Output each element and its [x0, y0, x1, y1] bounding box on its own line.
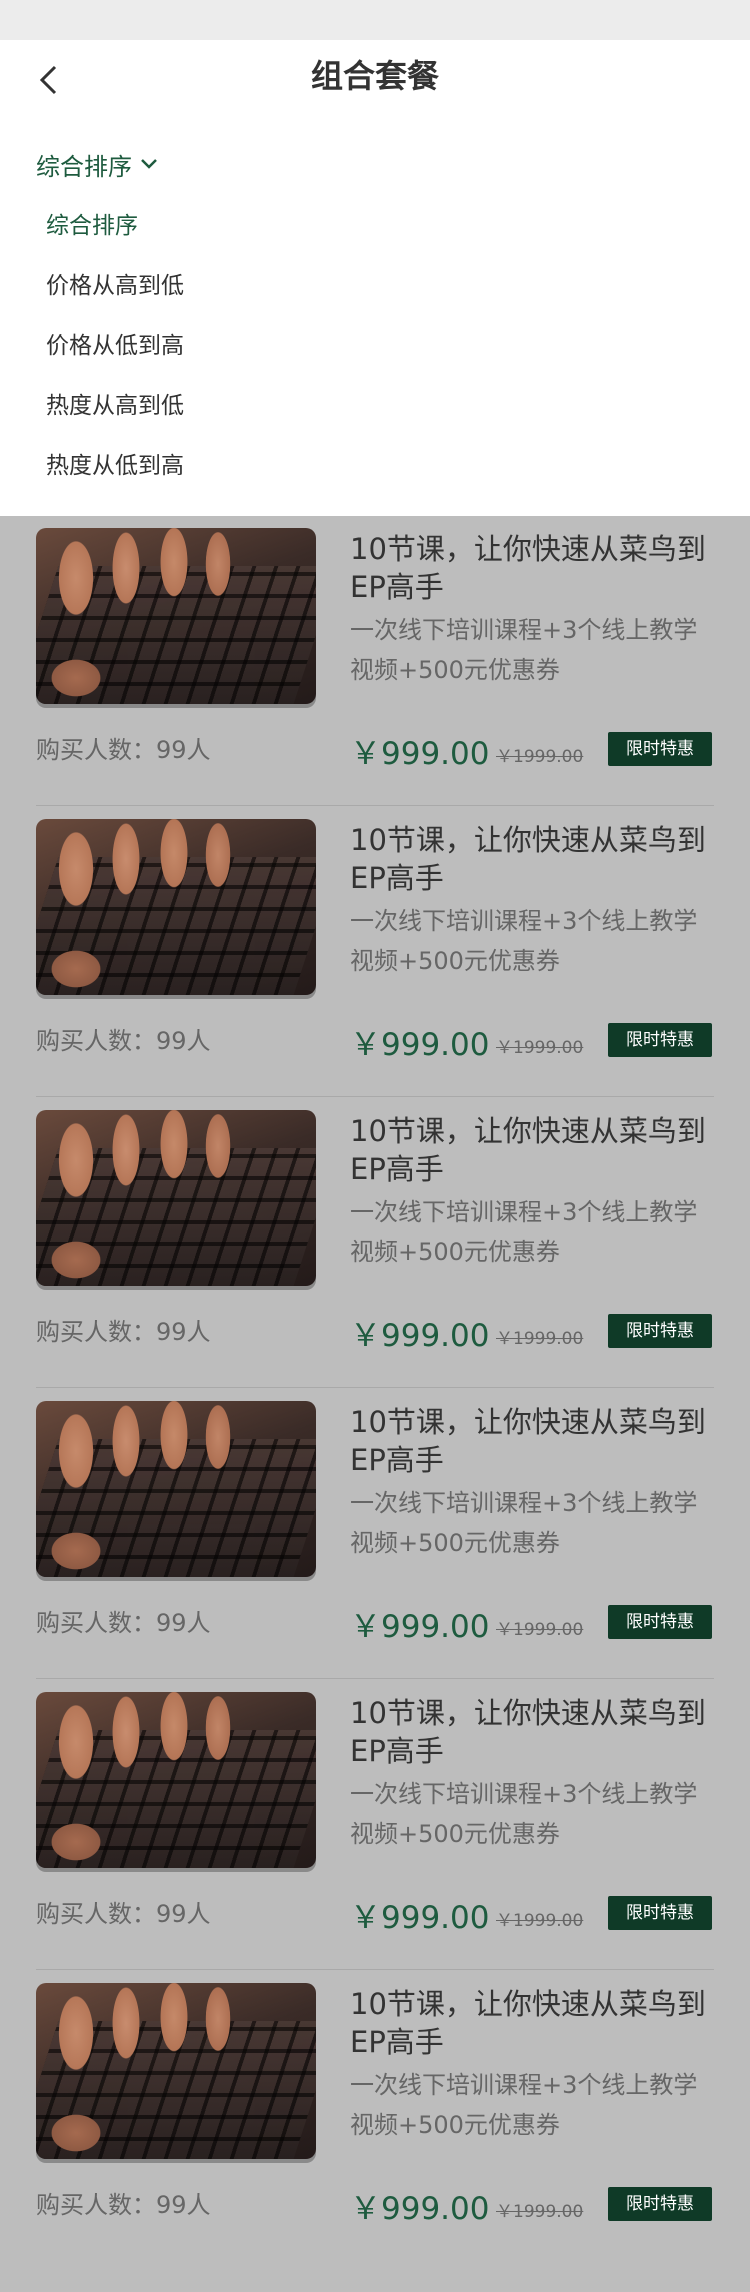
product-price: ￥999.00	[350, 1609, 490, 1645]
product-price: ￥999.00	[350, 2191, 490, 2227]
buyer-count: 购买人数：99人	[36, 1318, 211, 1346]
original-price: ￥1999.00	[496, 2202, 584, 2222]
divider	[36, 805, 714, 806]
product-price: ￥999.00	[350, 1027, 490, 1063]
status-bar	[0, 0, 750, 40]
product-title: 10节课，让你快速从菜鸟到EP高手	[350, 1696, 706, 1768]
product-description: 一次线下培训课程+3个线上教学视频+500元优惠券	[350, 907, 698, 975]
product-card[interactable]: 10节课，让你快速从菜鸟到EP高手 一次线下培训课程+3个线上教学视频+500元…	[36, 516, 714, 806]
original-price: ￥1999.00	[496, 1329, 584, 1349]
product-price: ￥999.00	[350, 1318, 490, 1354]
buyer-count: 购买人数：99人	[36, 2191, 211, 2219]
limited-offer-badge: 限时特惠	[608, 1605, 712, 1639]
sort-trigger[interactable]: 综合排序	[36, 144, 158, 184]
product-price: ￥999.00	[350, 736, 490, 772]
product-title: 10节课，让你快速从菜鸟到EP高手	[350, 823, 706, 895]
chevron-left-icon	[37, 64, 59, 100]
product-price: ￥999.00	[350, 1900, 490, 1936]
product-title: 10节课，让你快速从菜鸟到EP高手	[350, 1987, 706, 2059]
buyer-count: 购买人数：99人	[36, 736, 211, 764]
original-price: ￥1999.00	[496, 747, 584, 767]
divider	[36, 1969, 714, 1970]
sort-option-popularity-asc[interactable]: 热度从低到高	[46, 444, 184, 488]
product-description: 一次线下培训课程+3个线上教学视频+500元优惠券	[350, 616, 698, 684]
product-image	[36, 1983, 316, 2159]
product-description: 一次线下培训课程+3个线上教学视频+500元优惠券	[350, 1489, 698, 1557]
back-button[interactable]	[28, 62, 68, 102]
product-card[interactable]: 10节课，让你快速从菜鸟到EP高手 一次线下培训课程+3个线上教学视频+500元…	[36, 1098, 714, 1388]
chevron-down-icon	[140, 158, 158, 170]
product-description: 一次线下培训课程+3个线上教学视频+500元优惠券	[350, 1198, 698, 1266]
limited-offer-badge: 限时特惠	[608, 732, 712, 766]
product-image	[36, 1692, 316, 1868]
sort-option-price-asc[interactable]: 价格从低到高	[46, 324, 184, 368]
limited-offer-badge: 限时特惠	[608, 1023, 712, 1057]
product-title: 10节课，让你快速从菜鸟到EP高手	[350, 532, 706, 604]
sort-option-price-desc[interactable]: 价格从高到低	[46, 264, 184, 308]
limited-offer-badge: 限时特惠	[608, 2187, 712, 2221]
product-image	[36, 819, 316, 995]
sort-option-comprehensive[interactable]: 综合排序	[46, 204, 138, 248]
product-image	[36, 1401, 316, 1577]
product-title: 10节课，让你快速从菜鸟到EP高手	[350, 1114, 706, 1186]
buyer-count: 购买人数：99人	[36, 1027, 211, 1055]
original-price: ￥1999.00	[496, 1911, 584, 1931]
product-card[interactable]: 10节课，让你快速从菜鸟到EP高手 一次线下培训课程+3个线上教学视频+500元…	[36, 1389, 714, 1679]
product-title: 10节课，让你快速从菜鸟到EP高手	[350, 1405, 706, 1477]
sort-dropdown: 综合排序 综合排序 价格从高到低 价格从低到高 热度从高到低 热度从低到高	[0, 120, 750, 516]
sort-option-popularity-desc[interactable]: 热度从高到低	[46, 384, 184, 428]
original-price: ￥1999.00	[496, 1038, 584, 1058]
product-card[interactable]: 10节课，让你快速从菜鸟到EP高手 一次线下培训课程+3个线上教学视频+500元…	[36, 1971, 714, 2261]
divider	[36, 1096, 714, 1097]
divider	[36, 1678, 714, 1679]
limited-offer-badge: 限时特惠	[608, 1314, 712, 1348]
product-card[interactable]: 10节课，让你快速从菜鸟到EP高手 一次线下培训课程+3个线上教学视频+500元…	[36, 1680, 714, 1970]
limited-offer-badge: 限时特惠	[608, 1896, 712, 1930]
product-image	[36, 528, 316, 704]
product-description: 一次线下培训课程+3个线上教学视频+500元优惠券	[350, 1780, 698, 1848]
buyer-count: 购买人数：99人	[36, 1609, 211, 1637]
buyer-count: 购买人数：99人	[36, 1900, 211, 1928]
product-description: 一次线下培训课程+3个线上教学视频+500元优惠券	[350, 2071, 698, 2139]
product-card[interactable]: 10节课，让你快速从菜鸟到EP高手 一次线下培训课程+3个线上教学视频+500元…	[36, 807, 714, 1097]
divider	[36, 1387, 714, 1388]
sort-current-label: 综合排序	[36, 152, 132, 181]
product-image	[36, 1110, 316, 1286]
original-price: ￥1999.00	[496, 1620, 584, 1640]
